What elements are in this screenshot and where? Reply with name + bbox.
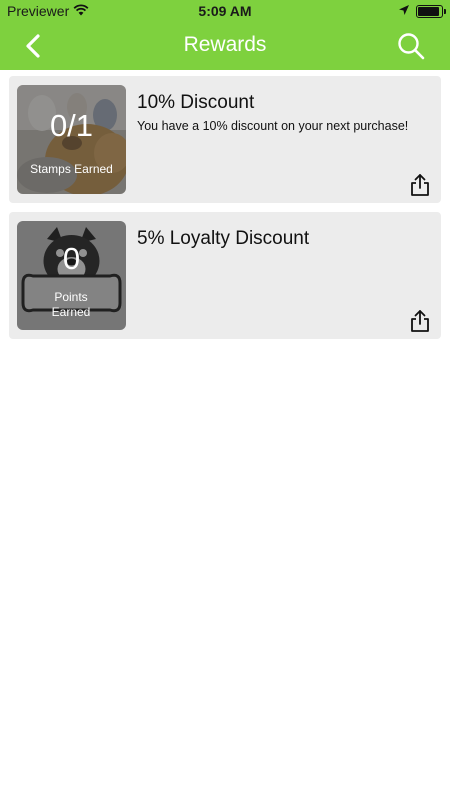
reward-description: You have a 10% discount on your next pur… — [137, 119, 409, 133]
page-title: Rewards — [183, 33, 267, 56]
status-bar: Previewer 5:09 AM — [0, 0, 450, 22]
reward-name: 5% Loyalty Discount — [137, 228, 310, 249]
clock: 5:09 AM — [198, 3, 252, 19]
stamp-caption: Stamps Earned — [30, 162, 113, 176]
reward-thumbnail: 0 Points Earned — [17, 221, 126, 330]
reward-card[interactable]: 0 Points Earned 5% Loyalty Discount — [9, 212, 441, 339]
location-arrow-icon — [399, 5, 409, 15]
navigation-bar: Rewards — [0, 22, 450, 70]
reward-thumbnail: 0/1 Stamps Earned — [17, 85, 126, 194]
share-icon[interactable] — [409, 173, 431, 197]
stamp-count: 0/1 — [49, 108, 94, 143]
header-bar: Previewer 5:09 AM Rewards — [0, 0, 450, 70]
search-icon[interactable] — [396, 31, 426, 61]
reward-card[interactable]: 0/1 Stamps Earned 10% Discount You have … — [9, 76, 441, 203]
reward-name: 10% Discount — [137, 92, 255, 113]
share-icon[interactable] — [409, 309, 431, 333]
points-count: 0 — [62, 241, 81, 276]
battery-icon — [416, 5, 446, 18]
points-caption: Points Earned — [51, 290, 91, 319]
